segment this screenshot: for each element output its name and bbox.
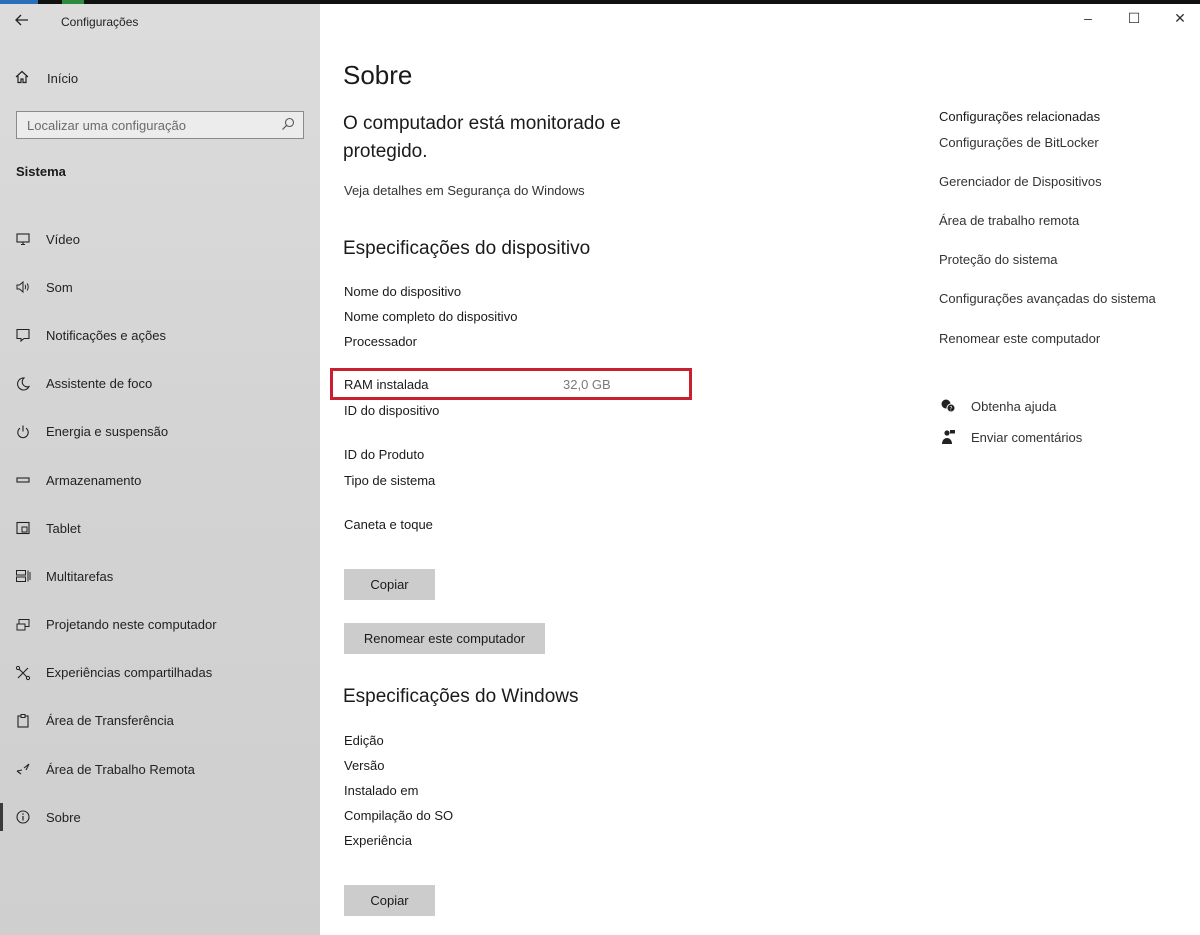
sidebar-item-remote-desktop[interactable]: Área de Trabalho Remota: [0, 745, 320, 793]
maximize-button[interactable]: ☐: [1124, 10, 1144, 27]
windows-specs-heading: Especificações do Windows: [343, 686, 579, 707]
feedback-icon: [939, 428, 957, 446]
multitask-icon: [13, 566, 33, 586]
installed-on-label: Instalado em: [344, 783, 419, 798]
sidebar-item-clipboard[interactable]: Área de Transferência: [0, 697, 320, 745]
sidebar-item-power[interactable]: Energia e suspensão: [0, 408, 320, 456]
search-icon: [281, 117, 295, 131]
clipboard-icon: [13, 711, 33, 731]
device-manager-link[interactable]: Gerenciador de Dispositivos: [939, 174, 1102, 189]
device-id-label: ID do dispositivo: [344, 403, 440, 418]
sidebar-item-label: Experiências compartilhadas: [46, 665, 213, 681]
sidebar-item-multitasking[interactable]: Multitarefas: [0, 552, 320, 600]
sidebar-item-label: Sobre: [46, 809, 81, 825]
sidebar-item-storage[interactable]: Armazenamento: [0, 456, 320, 504]
advanced-system-settings-link[interactable]: Configurações avançadas do sistema: [939, 291, 1156, 306]
power-icon: [13, 422, 33, 442]
experience-label: Experiência: [344, 833, 412, 848]
info-icon: [13, 807, 33, 827]
send-feedback-link[interactable]: Enviar comentários: [939, 428, 1082, 446]
search-placeholder: Localizar uma configuração: [27, 118, 186, 133]
sidebar-item-label: Multitarefas: [46, 568, 114, 584]
processor-label: Processador: [344, 334, 417, 349]
tablet-icon: [13, 518, 33, 538]
sidebar-item-label: Assistente de foco: [46, 376, 153, 392]
full-device-name-label: Nome completo do dispositivo: [344, 309, 518, 324]
sidebar-item-label: Energia e suspensão: [46, 424, 169, 440]
search-input[interactable]: Localizar uma configuração: [16, 111, 304, 139]
sidebar-item-notifications[interactable]: Notificações e ações: [0, 311, 320, 359]
sidebar-item-video[interactable]: Vídeo: [0, 215, 320, 263]
moon-icon: [13, 374, 33, 394]
sidebar-item-label: Projetando neste computador: [46, 617, 217, 633]
shared-icon: [13, 663, 33, 683]
windows-security-link[interactable]: Veja detalhes em Segurança do Windows: [344, 183, 585, 198]
sidebar-item-label: Tablet: [46, 520, 81, 536]
sidebar-item-label: Vídeo: [46, 231, 80, 247]
remote-desktop-icon: [13, 759, 33, 779]
rename-pc-button[interactable]: Renomear este computador: [344, 623, 545, 654]
speaker-icon: [13, 277, 33, 297]
get-help-label: Obtenha ajuda: [971, 398, 1057, 414]
sidebar-item-tablet[interactable]: Tablet: [0, 504, 320, 552]
os-build-label: Compilação do SO: [344, 808, 454, 823]
sidebar-item-home[interactable]: Início: [14, 68, 78, 88]
sidebar-item-label: Armazenamento: [46, 472, 142, 488]
system-type-label: Tipo de sistema: [344, 473, 436, 488]
edition-label: Edição: [344, 733, 384, 748]
get-help-link[interactable]: ? Obtenha ajuda: [939, 397, 1056, 415]
bitlocker-link[interactable]: Configurações de BitLocker: [939, 135, 1099, 150]
title-bar: Configurações: [0, 4, 320, 38]
storage-icon: [13, 470, 33, 490]
sidebar-item-about[interactable]: Sobre: [0, 793, 320, 841]
help-chat-icon: ?: [939, 397, 957, 415]
app-title: Configurações: [61, 15, 139, 29]
close-button[interactable]: ✕: [1170, 10, 1190, 27]
svg-text:?: ?: [949, 406, 952, 413]
sidebar-item-projecting[interactable]: Projetando neste computador: [0, 601, 320, 649]
remote-desktop-link[interactable]: Área de trabalho remota: [939, 213, 1079, 228]
page-title: Sobre: [343, 60, 413, 90]
ram-label: RAM instalada: [344, 377, 429, 392]
sidebar-item-label: Notificações e ações: [46, 327, 166, 343]
version-label: Versão: [344, 758, 385, 773]
home-icon: [14, 69, 32, 88]
sidebar-item-sound[interactable]: Som: [0, 263, 320, 311]
sidebar-item-label: Área de Transferência: [46, 713, 174, 729]
notification-icon: [13, 325, 33, 345]
copy-windows-specs-button[interactable]: Copiar: [344, 885, 435, 916]
device-name-label: Nome do dispositivo: [344, 284, 462, 299]
minimize-button[interactable]: –: [1078, 10, 1098, 26]
sidebar-item-focus-assist[interactable]: Assistente de foco: [0, 360, 320, 408]
sidebar-item-label: Som: [46, 279, 73, 295]
copy-device-specs-button[interactable]: Copiar: [344, 569, 435, 600]
sidebar-item-label: Início: [47, 70, 79, 86]
back-arrow-icon[interactable]: [14, 12, 32, 30]
related-settings-heading: Configurações relacionadas: [939, 109, 1101, 124]
sidebar-nav: Vídeo Som Notificações e ações Assistent…: [0, 215, 320, 841]
security-status: O computador está monitorado e protegido…: [343, 113, 621, 162]
sidebar-section-label: Sistema: [16, 164, 66, 179]
sidebar-item-shared-experiences[interactable]: Experiências compartilhadas: [0, 649, 320, 697]
projector-icon: [13, 615, 33, 635]
device-specs-heading: Especificações do dispositivo: [343, 238, 591, 259]
send-feedback-label: Enviar comentários: [971, 429, 1083, 445]
pen-touch-label: Caneta e toque: [344, 517, 433, 532]
sidebar-item-label: Área de Trabalho Remota: [46, 761, 195, 777]
system-protection-link[interactable]: Proteção do sistema: [939, 252, 1058, 267]
ram-value: 32,0 GB: [563, 377, 611, 392]
rename-pc-link[interactable]: Renomear este computador: [939, 331, 1100, 346]
monitor-icon: [13, 229, 33, 249]
product-id-label: ID do Produto: [344, 447, 425, 462]
